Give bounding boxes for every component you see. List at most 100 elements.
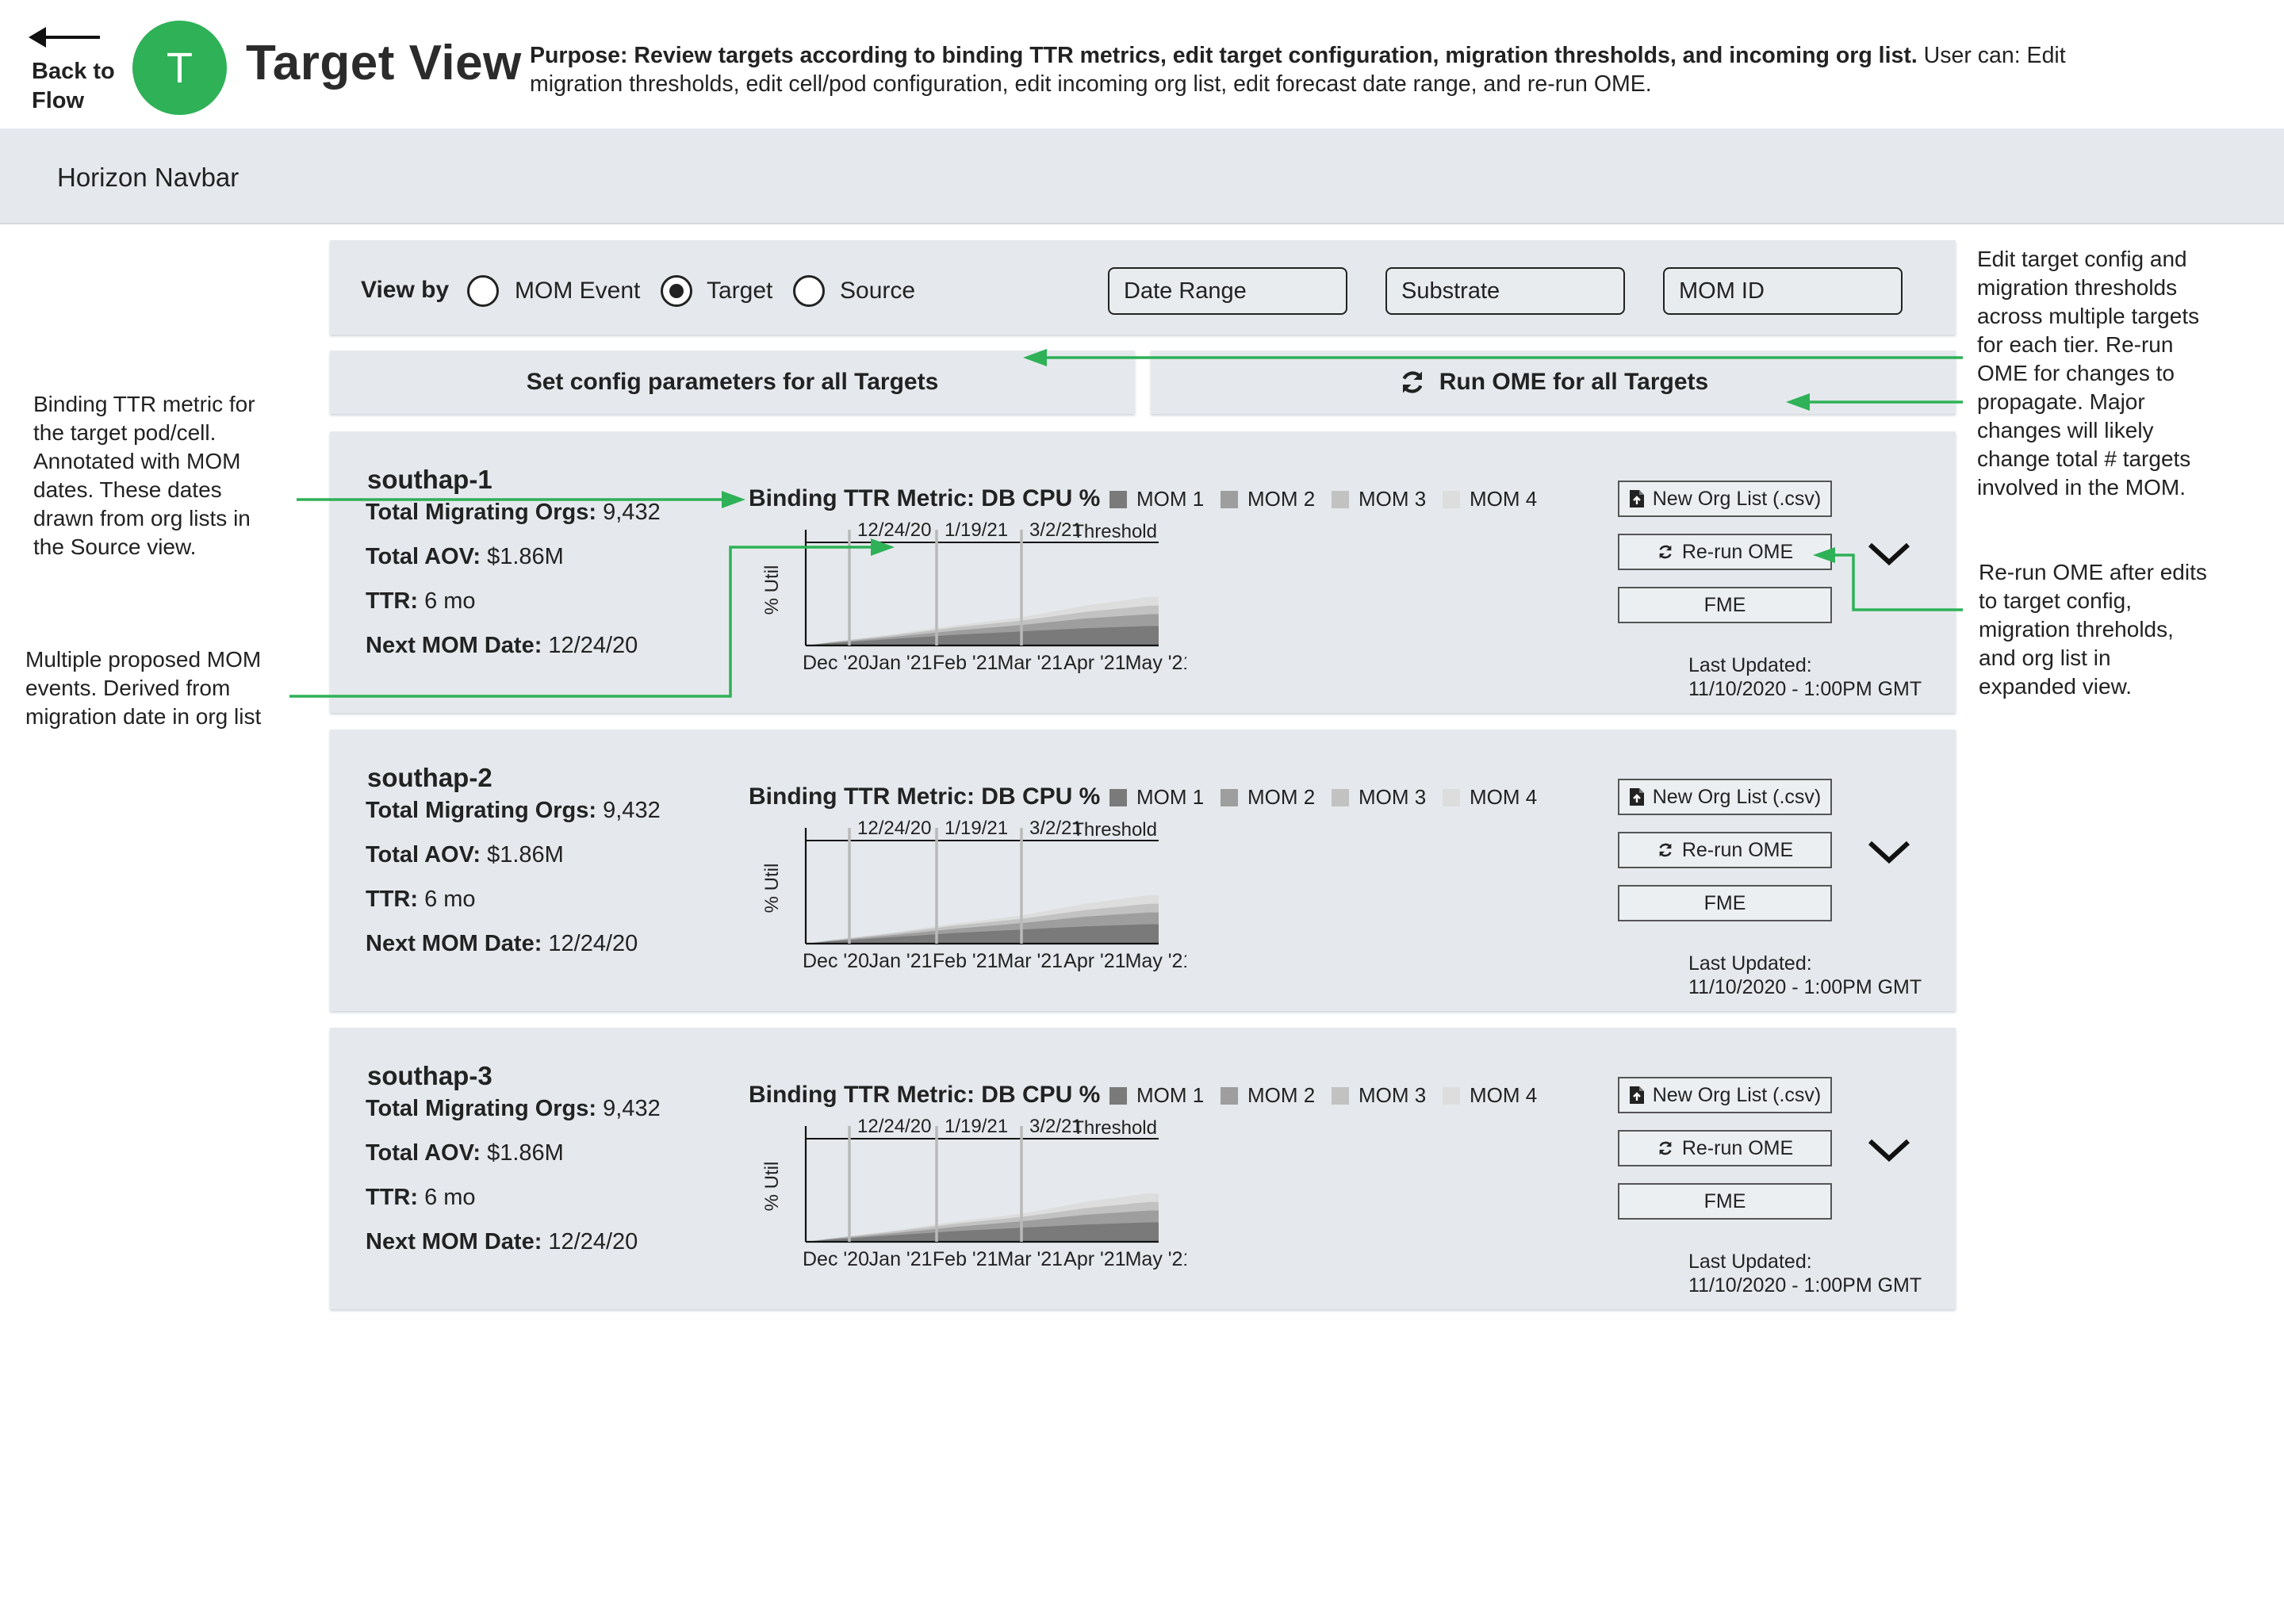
radio-label-target[interactable]: Target [707,278,772,304]
annotation-line: across multiple targets [1977,304,2200,328]
legend-label: MOM 3 [1359,487,1427,511]
total-aov-stat: Total AOV: $1.86M [366,1140,564,1166]
total-aov-stat: Total AOV: $1.86M [366,544,564,570]
refresh-icon [1659,1141,1672,1155]
substrate-field[interactable]: Substrate [1385,267,1625,315]
radio-label-source[interactable]: Source [840,278,915,304]
annotation-mom-events: Multiple proposed MOM events. Derived fr… [25,645,261,731]
x-tick-label: May '21 [1125,1248,1186,1270]
legend-label: MOM 4 [1470,487,1538,511]
back-label-line2: Flow [32,88,85,113]
legend-swatch [1221,490,1238,508]
last-updated-value: 11/10/2020 - 1:00PM GMT [1688,976,1922,998]
refresh-icon [1402,371,1423,393]
legend-label: MOM 2 [1247,1083,1316,1107]
rerun-ome-label: Re-run OME [1681,838,1794,861]
total-migrating-orgs-value: 9,432 [603,798,661,823]
annotation-line: dates. These dates [33,477,222,502]
legend-swatch [1332,490,1349,508]
radio-label-mom-event[interactable]: MOM Event [515,278,640,304]
new-org-list-button[interactable]: New Org List (.csv) [1618,1077,1832,1113]
legend-label: MOM 4 [1470,1083,1538,1107]
fme-button[interactable]: FME [1618,1183,1832,1220]
view-logo-badge: T [132,21,227,115]
legend-swatch [1332,1086,1349,1105]
chevron-down-icon [1868,841,1910,864]
total-aov-label: Total AOV: [366,842,481,868]
fme-button[interactable]: FME [1618,587,1832,623]
annotation-line: for each tier. Re-run [1977,332,2174,357]
x-tick-label: Mar '21 [998,1248,1063,1270]
ttr-stat: TTR: 6 mo [366,588,476,615]
threshold-label: Threshold [1072,521,1157,542]
x-tick-label: Mar '21 [998,652,1063,674]
back-to-flow-link[interactable]: Back to Flow [32,57,115,116]
expand-chevron-button[interactable] [1865,837,1913,872]
annotation-line: migration date in org list [25,704,262,729]
radio-target[interactable] [661,275,692,307]
file-upload-icon [1629,788,1644,806]
set-config-all-button[interactable]: Set config parameters for all Targets [330,350,1135,414]
y-axis-label: % Util [761,565,783,615]
last-updated-label: Last Updated: [1688,1251,1812,1273]
legend-label: MOM 1 [1136,487,1205,511]
mom-date-label: 3/2/21 [1029,1116,1083,1137]
annotation-line: Edit target config and [1977,247,2187,271]
legend-item: MOM 3 [1332,785,1426,810]
new-org-list-button[interactable]: New Org List (.csv) [1618,779,1832,815]
legend-swatch [1332,788,1349,806]
radio-source[interactable] [793,275,825,307]
total-migrating-orgs-value: 9,432 [603,1096,661,1121]
run-ome-all-label: Run OME for all Targets [1439,369,1709,395]
rerun-ome-button[interactable]: Re-run OME [1618,832,1832,868]
date-range-field[interactable]: Date Range [1108,267,1347,315]
total-aov-value: $1.86M [487,1140,564,1166]
legend-label: MOM 2 [1247,785,1316,809]
new-org-list-button[interactable]: New Org List (.csv) [1618,481,1832,517]
annotation-line: the target pod/cell. [33,420,217,445]
fme-button[interactable]: FME [1618,885,1832,921]
annotation-line: propagate. Major [1977,389,2145,414]
legend-label: MOM 2 [1247,487,1316,511]
expand-chevron-button[interactable] [1865,1135,1913,1170]
back-label-line1: Back to [32,59,115,84]
expand-chevron-button[interactable] [1865,538,1913,574]
legend-item: MOM 4 [1443,1083,1537,1108]
back-arrow-icon[interactable] [29,24,102,51]
legend-item: MOM 1 [1109,785,1204,810]
legend-swatch [1109,788,1127,806]
last-updated-value: 11/10/2020 - 1:00PM GMT [1688,678,1922,700]
next-mom-date-stat: Next MOM Date: 12/24/20 [366,1229,638,1255]
annotation-line: OME for changes to [1977,361,2175,385]
x-tick-label: May '21 [1125,950,1186,972]
mom-id-field[interactable]: MOM ID [1663,267,1903,315]
annotation-line: Binding TTR metric for [33,392,255,416]
last-updated-value: 11/10/2020 - 1:00PM GMT [1688,1274,1922,1297]
annotation-line: change total # targets [1977,446,2191,471]
radio-mom-event[interactable] [467,275,499,307]
target-card: southap-3 Total Migrating Orgs: 9,432 Tota… [330,1028,1956,1309]
annotation-rerun-ome: Re-run OME after edits to target config,… [1979,558,2207,701]
annotation-line: changes will likely [1977,418,2154,442]
mom-date-label: 1/19/21 [945,1116,1008,1137]
ttr-label: TTR: [366,1185,419,1210]
next-mom-date-label: Next MOM Date: [366,633,542,658]
legend-swatch [1443,1086,1460,1105]
area-chart: Threshold 12/24/20 1/19/21 3/2/21 Dec '20 Jan… [761,519,1186,674]
x-tick-label: Apr '21 [1063,1248,1125,1270]
rerun-ome-button[interactable]: Re-run OME [1618,1130,1832,1166]
x-tick-label: Dec '20 [803,652,869,674]
last-updated-label: Last Updated: [1688,952,1812,975]
new-org-list-label: New Org List (.csv) [1652,785,1822,808]
annotation-edit-config: Edit target config and migration thresho… [1977,245,2199,502]
x-tick-label: May '21 [1125,652,1186,674]
ttr-stat: TTR: 6 mo [366,887,476,913]
area-chart: Threshold 12/24/20 1/19/21 3/2/21 Dec '20 Jan… [761,818,1186,972]
mom-date-label: 3/2/21 [1029,519,1083,541]
run-ome-all-button[interactable]: Run OME for all Targets [1151,350,1956,414]
rerun-ome-button[interactable]: Re-run OME [1618,534,1832,570]
next-mom-date-label: Next MOM Date: [366,1229,542,1254]
navbar-label: Horizon Navbar [57,163,240,192]
x-tick-label: Apr '21 [1063,950,1125,972]
total-migrating-orgs-stat: Total Migrating Orgs: 9,432 [366,1096,661,1122]
